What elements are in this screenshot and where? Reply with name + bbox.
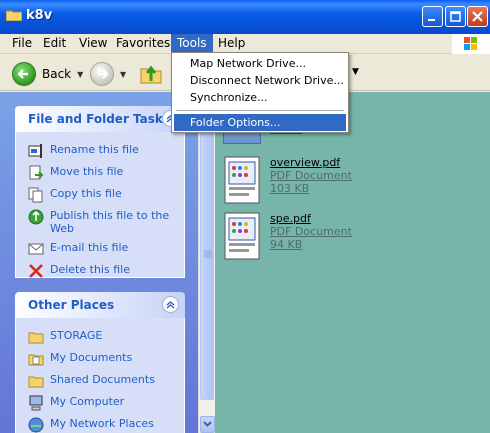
- documents-folder-icon: [28, 354, 44, 366]
- grip-icon: [204, 250, 212, 258]
- place-shared-documents-link[interactable]: Shared Documents: [16, 370, 184, 392]
- place-my-computer-link[interactable]: My Computer: [16, 392, 184, 414]
- task-label: Delete this file: [50, 263, 130, 276]
- tools-menu: Map Network Drive... Disconnect Network …: [171, 52, 349, 133]
- delete-file-link[interactable]: Delete this file: [16, 260, 184, 282]
- place-label: Shared Documents: [50, 373, 155, 386]
- scroll-down-button[interactable]: [200, 416, 215, 433]
- menu-tools[interactable]: Tools: [171, 34, 213, 54]
- copy-file-link[interactable]: Copy this file: [16, 184, 184, 206]
- place-label: My Network Places: [50, 417, 154, 430]
- panel-title: Other Places: [28, 298, 115, 312]
- panel-header[interactable]: File and Folder Tasks: [15, 106, 185, 132]
- menu-map-network-drive[interactable]: Map Network Drive...: [174, 55, 346, 72]
- menu-help[interactable]: Help: [212, 34, 251, 54]
- move-file-link[interactable]: Move this file: [16, 162, 184, 184]
- menu-edit[interactable]: Edit: [37, 34, 72, 54]
- shared-folder-icon: [28, 376, 44, 388]
- globe-icon: [28, 209, 44, 225]
- menu-synchronize[interactable]: Synchronize...: [174, 89, 346, 106]
- back-button[interactable]: Back ▼: [12, 62, 83, 86]
- task-label: E-mail this file: [50, 241, 129, 254]
- folder-icon: [28, 332, 44, 344]
- forward-arrow-icon: [90, 62, 114, 86]
- views-dropdown-icon[interactable]: ▼: [352, 67, 359, 77]
- file-item-overview[interactable]: overview.pdf PDF Document 103 KB: [223, 156, 352, 204]
- delete-x-icon: [29, 264, 43, 278]
- email-file-link[interactable]: E-mail this file: [16, 238, 184, 260]
- maximize-icon: [450, 11, 461, 22]
- file-name[interactable]: overview.pdf: [270, 156, 352, 169]
- place-label: STORAGE: [50, 329, 103, 342]
- task-label: Rename this file: [50, 143, 139, 156]
- place-my-documents-link[interactable]: My Documents: [16, 348, 184, 370]
- pdf-document-icon: [224, 156, 260, 204]
- place-my-network-places-link[interactable]: My Network Places: [16, 414, 184, 433]
- scrollbar-thumb[interactable]: [200, 110, 214, 400]
- title-bar[interactable]: k8v: [0, 0, 490, 34]
- file-size: 103 KB: [270, 182, 310, 195]
- up-folder-icon[interactable]: [139, 61, 163, 85]
- vertical-scrollbar[interactable]: [198, 92, 215, 433]
- place-label: My Computer: [50, 395, 125, 408]
- file-type: PDF Document: [270, 225, 352, 238]
- panel-title: File and Folder Tasks: [28, 112, 171, 126]
- file-list-area[interactable]: 57 KB overview.pdf PDF Document 103 KB s…: [215, 88, 490, 433]
- forward-dropdown-icon[interactable]: ▼: [120, 70, 126, 79]
- task-label: Copy this file: [50, 187, 122, 200]
- network-icon: [28, 417, 44, 433]
- close-button[interactable]: [467, 6, 488, 27]
- file-type: PDF Document: [270, 169, 352, 182]
- place-label: My Documents: [50, 351, 133, 364]
- folder-icon: [6, 10, 22, 21]
- close-icon: [472, 11, 483, 22]
- task-label: Publish this file to the Web: [50, 209, 170, 235]
- file-size: 94 KB: [270, 238, 303, 251]
- window-title: k8v: [26, 8, 53, 23]
- file-item-spe[interactable]: spe.pdf PDF Document 94 KB: [223, 212, 352, 260]
- back-arrow-icon: [12, 62, 36, 86]
- computer-icon: [29, 395, 43, 411]
- minimize-icon: [428, 19, 435, 21]
- menu-file[interactable]: File: [6, 34, 38, 54]
- menu-view[interactable]: View: [73, 34, 113, 54]
- menu-favorites[interactable]: Favorites: [110, 34, 176, 54]
- file-name[interactable]: spe.pdf: [270, 212, 352, 225]
- move-icon: [29, 165, 44, 180]
- back-dropdown-icon[interactable]: ▼: [77, 70, 83, 79]
- windows-logo-icon: [452, 34, 490, 54]
- rename-icon: [28, 144, 42, 158]
- menu-bar: File Edit View Favorites Tools Help: [0, 34, 490, 54]
- task-label: Move this file: [50, 165, 124, 178]
- maximize-button[interactable]: [445, 6, 466, 27]
- menu-disconnect-network-drive[interactable]: Disconnect Network Drive...: [174, 72, 346, 89]
- file-folder-tasks-panel: File and Folder Tasks Rename this file M…: [15, 106, 185, 278]
- forward-button[interactable]: ▼: [90, 62, 126, 86]
- publish-web-link[interactable]: Publish this file to the Web: [16, 206, 184, 238]
- place-storage-link[interactable]: STORAGE: [16, 326, 184, 348]
- task-pane: File and Folder Tasks Rename this file M…: [0, 92, 212, 433]
- pdf-document-icon: [224, 212, 260, 260]
- copy-icon: [28, 187, 43, 203]
- collapse-icon[interactable]: [162, 296, 179, 313]
- panel-header[interactable]: Other Places: [15, 292, 185, 318]
- chevron-down-icon: [203, 421, 212, 427]
- envelope-icon: [28, 243, 44, 255]
- menu-folder-options[interactable]: Folder Options...: [174, 114, 346, 131]
- back-label: Back: [42, 67, 72, 81]
- minimize-button[interactable]: [422, 6, 443, 27]
- menu-separator: [176, 110, 344, 111]
- other-places-panel: Other Places STORAGE My Documents Shared…: [15, 292, 185, 433]
- rename-file-link[interactable]: Rename this file: [16, 140, 184, 162]
